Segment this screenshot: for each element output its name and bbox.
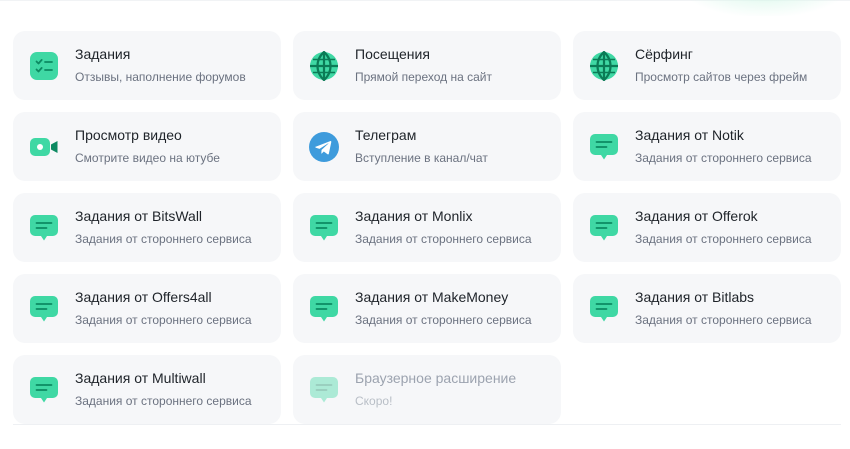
card-surfing[interactable]: Сёрфинг Просмотр сайтов через фрейм	[573, 31, 841, 100]
card-title: Задания от Monlix	[355, 208, 473, 224]
checklist-icon	[29, 51, 59, 81]
globe-icon	[309, 51, 339, 81]
card-title: Посещения	[355, 46, 430, 62]
card-title: Сёрфинг	[635, 46, 693, 62]
card-title: Браузерное расширение	[355, 370, 517, 386]
globe-icon	[589, 51, 619, 81]
card-subtitle: Задания от стороннего сервиса	[635, 313, 812, 327]
telegram-icon	[309, 132, 339, 162]
card-subtitle: Прямой переход на сайт	[355, 70, 492, 84]
chat-bubble-icon	[589, 294, 619, 324]
card-subtitle: Отзывы, наполнение форумов	[75, 70, 246, 84]
card-title: Задания от Offerok	[635, 208, 758, 224]
chat-bubble-icon	[589, 132, 619, 162]
chat-bubble-icon	[589, 213, 619, 243]
card-telegram[interactable]: Телеграм Вступление в канал/чат	[293, 112, 561, 181]
earn-methods-grid: Задания Отзывы, наполнение форумов Посещ…	[13, 31, 841, 424]
card-offerok[interactable]: Задания от Offerok Задания от стороннего…	[573, 193, 841, 262]
card-title: Задания	[75, 46, 131, 62]
card-title: Задания от MakeMoney	[355, 289, 509, 305]
card-makemoney[interactable]: Задания от MakeMoney Задания от сторонне…	[293, 274, 561, 343]
card-title: Просмотр видео	[75, 127, 182, 143]
card-subtitle: Задания от стороннего сервиса	[635, 151, 812, 165]
card-browser-extension: Браузерное расширение Скоро!	[293, 355, 561, 424]
card-title: Задания от BitsWall	[75, 208, 203, 224]
card-subtitle: Вступление в канал/чат	[355, 151, 488, 165]
chat-bubble-icon	[29, 375, 59, 405]
card-subtitle: Задания от стороннего сервиса	[75, 313, 252, 327]
card-subtitle: Смотрите видео на ютубе	[75, 151, 220, 165]
chat-bubble-icon	[309, 294, 339, 324]
card-subtitle: Скоро!	[355, 394, 393, 408]
card-subtitle: Задания от стороннего сервиса	[355, 313, 532, 327]
card-visits[interactable]: Посещения Прямой переход на сайт	[293, 31, 561, 100]
chat-bubble-icon	[309, 375, 339, 405]
card-monlix[interactable]: Задания от Monlix Задания от стороннего …	[293, 193, 561, 262]
chat-bubble-icon	[29, 213, 59, 243]
card-notik[interactable]: Задания от Notik Задания от стороннего с…	[573, 112, 841, 181]
card-title: Задания от Notik	[635, 127, 744, 143]
card-video[interactable]: Просмотр видео Смотрите видео на ютубе	[13, 112, 281, 181]
card-offers4all[interactable]: Задания от Offers4all Задания от сторонн…	[13, 274, 281, 343]
card-multiwall[interactable]: Задания от Multiwall Задания от сторонне…	[13, 355, 281, 424]
chat-bubble-icon	[29, 294, 59, 324]
card-title: Задания от Bitlabs	[635, 289, 755, 305]
card-subtitle: Задания от стороннего сервиса	[75, 394, 252, 408]
card-bitlabs[interactable]: Задания от Bitlabs Задания от стороннего…	[573, 274, 841, 343]
card-tasks[interactable]: Задания Отзывы, наполнение форумов	[13, 31, 281, 100]
bottom-divider	[13, 424, 841, 425]
card-title: Телеграм	[355, 127, 417, 143]
card-title: Задания от Offers4all	[75, 289, 212, 305]
card-subtitle: Задания от стороннего сервиса	[75, 232, 252, 246]
card-subtitle: Просмотр сайтов через фрейм	[635, 70, 808, 84]
card-bitswall[interactable]: Задания от BitsWall Задания от стороннег…	[13, 193, 281, 262]
card-title: Задания от Multiwall	[75, 370, 206, 386]
video-camera-icon	[29, 132, 59, 162]
top-glow-decoration	[680, 0, 850, 16]
card-subtitle: Задания от стороннего сервиса	[355, 232, 532, 246]
card-subtitle: Задания от стороннего сервиса	[635, 232, 812, 246]
chat-bubble-icon	[309, 213, 339, 243]
